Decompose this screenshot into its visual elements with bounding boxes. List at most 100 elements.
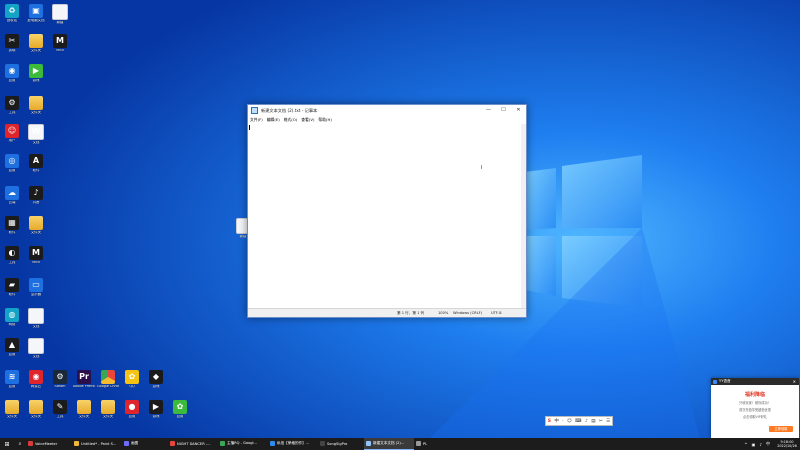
menu-view[interactable]: 查看(V) xyxy=(301,117,314,123)
text-caret xyxy=(249,125,250,130)
desktop-icon[interactable]: ▭ 显示器 xyxy=(25,278,47,297)
desktop-icon[interactable]: ◉ 应用 xyxy=(1,64,23,83)
desktop-icon[interactable]: 文档 xyxy=(25,308,47,329)
desktop-icon[interactable]: ✂ 剪映 xyxy=(1,34,23,53)
tray-overflow-icon[interactable]: ^ xyxy=(744,442,747,447)
desktop-icon[interactable]: ✿ 应用 xyxy=(169,400,191,419)
taskbar-app-icon xyxy=(270,441,275,446)
desktop-icon[interactable]: M MINI xyxy=(49,34,71,53)
ime-menu-icon[interactable]: ☰ xyxy=(606,419,610,424)
desktop-icon[interactable]: ▶ 游戏 xyxy=(145,400,167,419)
app-icon: ◉ xyxy=(5,64,19,78)
taskbar-app-button[interactable]: Untitled* - Paint S... xyxy=(72,438,122,450)
desktop-icon[interactable]: ✎ 工具 xyxy=(49,400,71,419)
desktop-icon[interactable]: 文件夹 xyxy=(25,216,47,235)
taskbar-app-button[interactable]: NIGHT DANCER -... xyxy=(168,438,218,450)
taskbar-app-button[interactable]: SongSigPro xyxy=(318,438,364,450)
folder-icon xyxy=(29,216,43,230)
ime-tool-icon[interactable]: ✂ xyxy=(599,419,603,424)
nvidia-icon: ▰ xyxy=(5,278,19,292)
taskbar-app-button[interactable]: 主播RQ - Googl... xyxy=(218,438,268,450)
desktop-icon-label: 应用 xyxy=(128,415,136,418)
vertical-scrollbar[interactable] xyxy=(521,124,526,309)
taskbar-app-button[interactable]: PL xyxy=(414,438,440,450)
tray-ime-icon[interactable]: 中 xyxy=(766,441,770,447)
ime-toolbar[interactable]: S 中 · ☺ ⌨ ♪ ▤ ✂ ☰ xyxy=(545,416,613,426)
desktop-icon[interactable]: ☺ 用户 xyxy=(1,124,23,143)
desktop-icon[interactable]: 文件夹 xyxy=(73,400,95,419)
clock[interactable]: 9:18:00 2022/10/26 xyxy=(774,440,800,448)
start-button[interactable]: ⊞ xyxy=(0,441,14,448)
desktop-icon[interactable]: 文档 xyxy=(25,338,47,359)
text-editor-area[interactable]: I xyxy=(248,124,521,309)
desktop-icon[interactable]: 新建 xyxy=(49,4,71,25)
desktop-icon[interactable]: PrAdobe Premiere xyxy=(73,370,95,389)
taskbar-app-label: 画图 xyxy=(131,441,139,445)
menu-file[interactable]: 文件(F) xyxy=(250,117,263,123)
chrome-icon xyxy=(101,370,115,384)
yy-app-icon xyxy=(713,379,717,384)
desktop-icon[interactable]: ✿ QQ xyxy=(121,370,143,389)
desktop-icon[interactable]: 文件夹 xyxy=(25,34,47,53)
desktop-icon[interactable]: ▲ 应用 xyxy=(1,338,23,357)
taskbar-app-button[interactable]: VoiceMeeter xyxy=(26,438,72,450)
desktop-icon-label: 软件 xyxy=(8,231,16,234)
desktop-icon[interactable]: A 软件 xyxy=(25,154,47,173)
desktop-icon[interactable]: ♪ 抖音 xyxy=(25,186,47,205)
desktop-icon[interactable]: 文件夹 xyxy=(1,400,23,419)
desktop-icon[interactable]: ◉ 网易云 xyxy=(25,370,47,389)
desktop-icon[interactable]: M MINI xyxy=(25,246,47,265)
ime-punct-icon[interactable]: · xyxy=(562,419,563,424)
tray-volume-icon[interactable]: ♪ xyxy=(759,442,762,447)
notification-popup[interactable]: YY语音 ✕ 福利降临 只收玩家！助你成功！ 首次充值享受超值优惠 点击领取VI… xyxy=(711,378,799,438)
app-icon: ◐ xyxy=(5,246,19,260)
desktop-icon[interactable]: ◎ 应用 xyxy=(1,154,23,173)
desktop-icon[interactable]: ▰ 软件 xyxy=(1,278,23,297)
menu-format[interactable]: 格式(O) xyxy=(284,117,298,123)
minimize-button[interactable]: — xyxy=(481,105,496,116)
ime-emoji-icon[interactable]: ☺ xyxy=(567,419,572,424)
desktop-icon[interactable]: ⚙ 工具 xyxy=(1,96,23,115)
taskbar-app-button[interactable]: 画图 xyxy=(122,438,168,450)
notification-close-button[interactable]: ✕ xyxy=(793,378,796,385)
taskbar-app-button[interactable]: 新建文本文档 (2)... xyxy=(364,438,414,450)
ime-keyboard-icon[interactable]: ⌨ xyxy=(575,419,582,424)
close-button[interactable]: ✕ xyxy=(511,105,526,116)
sogou-logo-icon[interactable]: S xyxy=(548,419,551,424)
desktop-icon[interactable]: ● 应用 xyxy=(121,400,143,419)
notification-app-name: YY语音 xyxy=(719,379,731,383)
maximize-button[interactable]: ☐ xyxy=(496,105,511,116)
tray-network-icon[interactable]: ▣ xyxy=(752,442,756,447)
folder-icon xyxy=(101,400,115,414)
desktop-icon[interactable]: 文件夹 xyxy=(25,96,47,115)
app-icon: ≋ xyxy=(5,370,19,384)
desktop-icon[interactable]: ◍ 网络 xyxy=(1,308,23,327)
ibeam-cursor-icon: I xyxy=(481,165,483,171)
menu-edit[interactable]: 编辑(E) xyxy=(267,117,280,123)
notepad-window[interactable]: 新建文本文档 (2).txt - 记事本 — ☐ ✕ 文件(F) 编辑(E) 格… xyxy=(247,104,527,318)
desktop-icon[interactable]: ◆ 游戏 xyxy=(145,370,167,389)
app-icon: A xyxy=(29,154,43,168)
desktop-icon[interactable]: ☁ 云端 xyxy=(1,186,23,205)
desktop-icon[interactable]: ♻ 回收站 xyxy=(1,4,23,23)
taskbar-app-icon xyxy=(170,441,175,446)
desktop-icon-label: 软件 xyxy=(32,169,40,172)
desktop-icon[interactable]: Google Chrome xyxy=(97,370,119,389)
desktop-icon[interactable]: ▶ 游戏 xyxy=(25,64,47,83)
desktop-icon[interactable]: ▣ 此电脑文档 xyxy=(25,4,47,23)
desktop-icon[interactable]: 文件夹 xyxy=(25,400,47,419)
desktop-icon[interactable]: ▦ 软件 xyxy=(1,216,23,235)
ime-voice-icon[interactable]: ♪ xyxy=(585,419,588,424)
ime-lang-toggle[interactable]: 中 xyxy=(554,418,559,424)
desktop-icon[interactable]: ◐ 工具 xyxy=(1,246,23,265)
title-bar[interactable]: 新建文本文档 (2).txt - 记事本 — ☐ ✕ xyxy=(248,105,526,116)
taskbar-app-button[interactable]: 私信【荣格的作】... xyxy=(268,438,318,450)
desktop-icon[interactable]: ≋ 应用 xyxy=(1,370,23,389)
desktop-icon[interactable]: 文件夹 xyxy=(97,400,119,419)
claim-button[interactable]: 立即领取 xyxy=(769,426,793,432)
menu-help[interactable]: 帮助(H) xyxy=(318,117,331,123)
desktop-icon[interactable]: ⚙ Steam xyxy=(49,370,71,389)
search-icon[interactable]: ⌕ xyxy=(14,441,26,447)
desktop-icon[interactable]: W 文档 xyxy=(25,124,47,145)
ime-skin-icon[interactable]: ▤ xyxy=(591,419,595,424)
